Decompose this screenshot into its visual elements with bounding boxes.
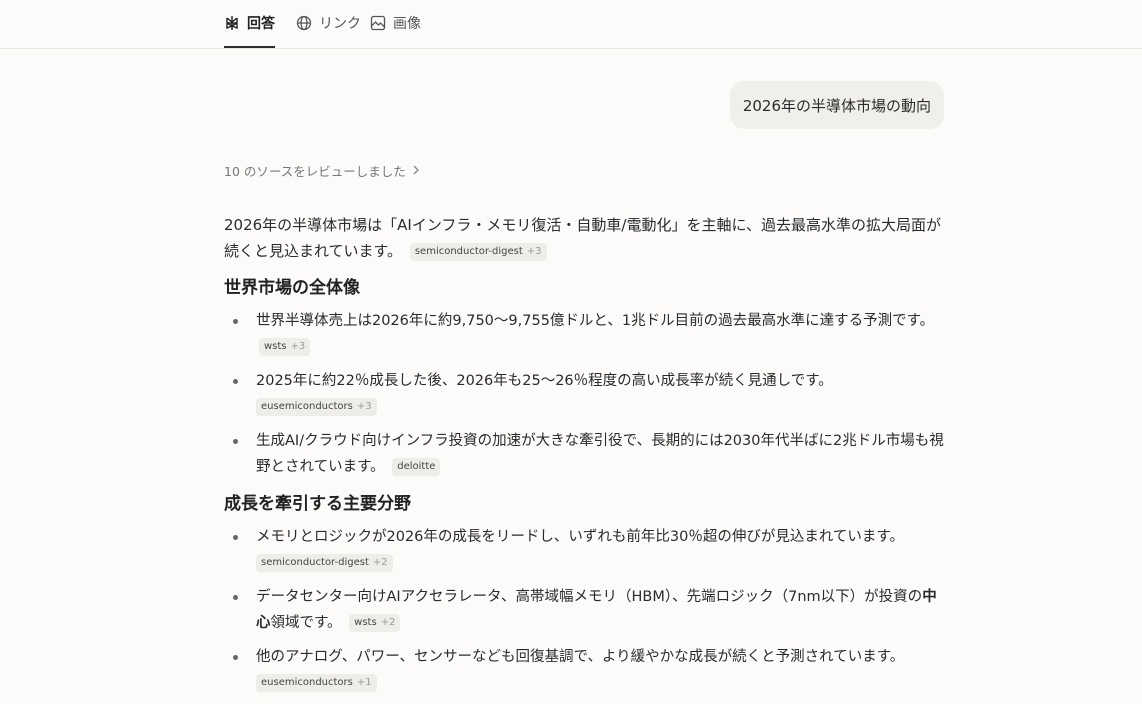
tab-links[interactable]: リンク bbox=[296, 0, 361, 46]
image-icon bbox=[370, 15, 386, 31]
citation-count: +3 bbox=[356, 401, 372, 412]
user-query-text: 2026年の半導体市場の動向 bbox=[742, 96, 931, 115]
list-item-text: 生成AI/クラウド向けインフラ投資の加速が大きな牽引役で、長期的には2030年代… bbox=[256, 433, 944, 475]
citation-chip[interactable]: eusemiconductors +3 bbox=[256, 398, 377, 416]
citation-chip[interactable]: wsts +3 bbox=[259, 338, 311, 356]
citation-source: wsts bbox=[354, 617, 377, 628]
answer-intro: 2026年の半導体市場は「AIインフラ・メモリ復活・自動車/電動化」を主軸に、過… bbox=[224, 212, 944, 264]
list-item-text: 世界半導体売上は2026年に約9,750～9,755億ドルと、1兆ドル目前の過去… bbox=[256, 313, 935, 329]
bullet-list: メモリとロジックが2026年の成長をリードし、いずれも前年比30％超の伸びが見込… bbox=[224, 524, 944, 696]
list-item: 世界半導体売上は2026年に約9,750～9,755億ドルと、1兆ドル目前の過去… bbox=[224, 308, 944, 360]
answer-intro-text: 2026年の半導体市場は「AIインフラ・メモリ復活・自動車/電動化」を主軸に、過… bbox=[224, 216, 942, 260]
list-item-text: 領域です。 bbox=[270, 615, 342, 631]
tab-links-label: リンク bbox=[319, 16, 361, 32]
list-item: メモリとロジックが2026年の成長をリードし、いずれも前年比30％超の伸びが見込… bbox=[224, 524, 944, 576]
top-tab-bar: 回答 リンク 画像 bbox=[0, 0, 1142, 49]
tab-answer-label: 回答 bbox=[247, 16, 275, 32]
tab-answer[interactable]: 回答 bbox=[224, 0, 275, 48]
section-heading: 世界市場の全体像 bbox=[224, 278, 360, 298]
perplexity-logo-icon bbox=[224, 15, 240, 31]
tab-images-label: 画像 bbox=[393, 16, 421, 32]
tab-images[interactable]: 画像 bbox=[370, 0, 421, 46]
citation-chip[interactable]: semiconductor-digest +3 bbox=[409, 243, 547, 261]
list-item: 他のアナログ、パワー、センサーなども回復基調で、より緩やかな成長が続くと予測され… bbox=[224, 644, 944, 696]
citation-source: deloitte bbox=[397, 461, 436, 472]
sources-reviewed-link[interactable]: 10 のソースをレビューしました bbox=[224, 161, 420, 180]
citation-chip[interactable]: eusemiconductors +1 bbox=[256, 674, 377, 692]
list-item-text: メモリとロジックが2026年の成長をリードし、いずれも前年比30％超の伸びが見込… bbox=[256, 529, 904, 545]
citation-count: +3 bbox=[526, 246, 542, 257]
citation-source: semiconductor-digest bbox=[261, 557, 369, 568]
answer-content: 2026年の半導体市場は「AIインフラ・メモリ復活・自動車/電動化」を主軸に、過… bbox=[224, 212, 944, 704]
list-item-text: 他のアナログ、パワー、センサーなども回復基調で、より緩やかな成長が続くと予測され… bbox=[256, 649, 905, 665]
globe-icon bbox=[296, 15, 312, 31]
list-item: 2025年に約22％成長した後、2026年も25～26％程度の高い成長率が続く見… bbox=[224, 368, 944, 420]
citation-count: +3 bbox=[290, 341, 306, 352]
list-item: 生成AI/クラウド向けインフラ投資の加速が大きな牽引役で、長期的には2030年代… bbox=[224, 428, 944, 480]
list-item-text: データセンター向けAIアクセラレータ、高帯域幅メモリ（HBM）、先端ロジック（7… bbox=[256, 589, 923, 605]
citation-chip[interactable]: deloitte bbox=[392, 458, 441, 476]
chevron-right-icon bbox=[412, 164, 420, 178]
citation-count: +2 bbox=[372, 557, 388, 568]
bullet-list: 世界半導体売上は2026年に約9,750～9,755億ドルと、1兆ドル目前の過去… bbox=[224, 308, 944, 480]
citation-chip[interactable]: semiconductor-digest +2 bbox=[256, 554, 393, 572]
citation-source: wsts bbox=[264, 341, 287, 352]
list-item-text: 2025年に約22％成長した後、2026年も25～26％程度の高い成長率が続く見… bbox=[256, 373, 833, 389]
citation-count: +1 bbox=[356, 677, 372, 688]
citation-source: eusemiconductors bbox=[261, 677, 353, 688]
section-heading: 成長を牽引する主要分野 bbox=[224, 494, 411, 514]
list-item: データセンター向けAIアクセラレータ、高帯域幅メモリ（HBM）、先端ロジック（7… bbox=[224, 584, 944, 636]
citation-source: eusemiconductors bbox=[261, 401, 353, 412]
citation-chip[interactable]: wsts +2 bbox=[349, 614, 401, 632]
citation-count: +2 bbox=[380, 617, 396, 628]
sources-reviewed-label: 10 のソースをレビューしました bbox=[224, 164, 406, 179]
citation-source: semiconductor-digest bbox=[414, 246, 523, 257]
user-query-bubble: 2026年の半導体市場の動向 bbox=[729, 81, 944, 129]
